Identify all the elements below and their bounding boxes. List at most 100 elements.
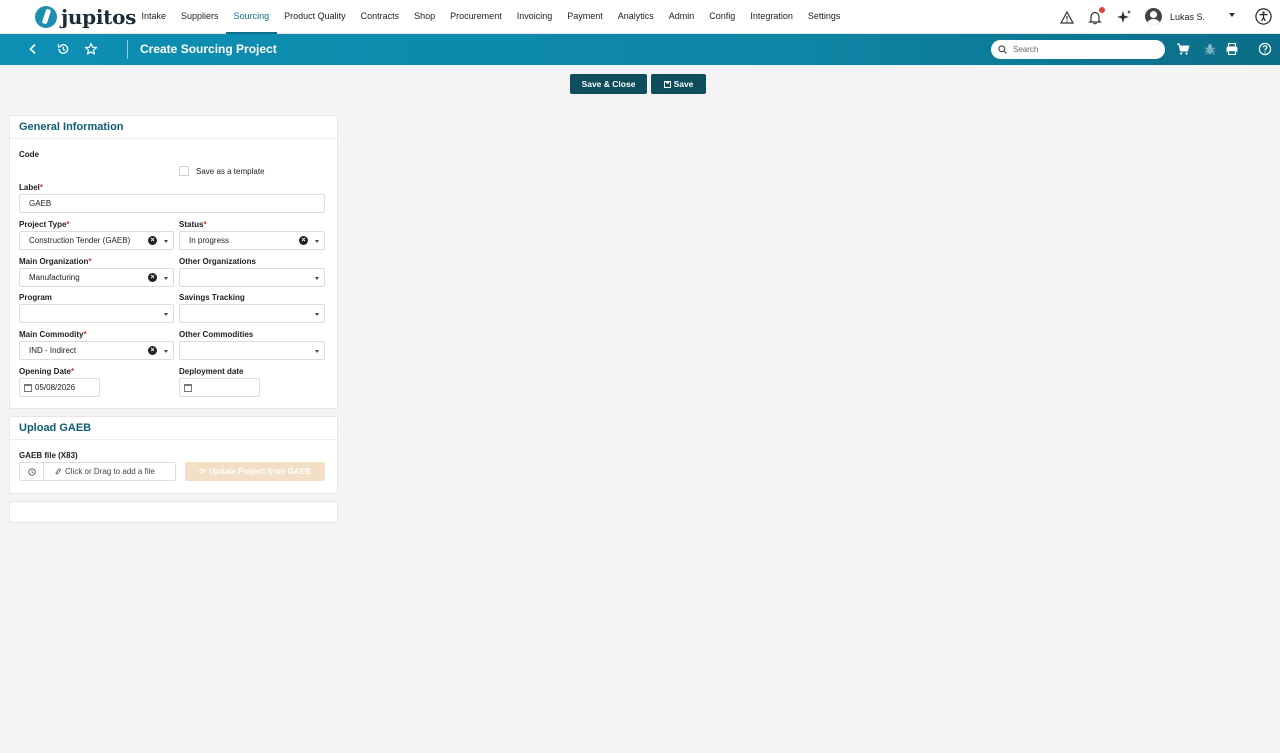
chevron-down-icon[interactable] — [315, 240, 319, 243]
calendar-icon[interactable] — [24, 383, 32, 392]
nav-item-config[interactable]: Config — [702, 0, 743, 34]
clear-icon[interactable]: × — [299, 236, 308, 245]
save-icon — [663, 80, 671, 88]
project-type-label-text: Project Type — [19, 220, 67, 229]
ai-sparkle-icon[interactable] — [1116, 9, 1132, 25]
chevron-down-icon[interactable] — [315, 313, 319, 316]
upload-gaeb-title: Upload GAEB — [10, 417, 337, 440]
general-information-title: General Information — [10, 116, 337, 139]
nav-item-intake[interactable]: Intake — [134, 0, 174, 34]
save-close-button[interactable]: Save & Close — [570, 74, 647, 94]
required-marker: * — [83, 330, 87, 339]
general-information-card: General Information Code Save as a templ… — [9, 115, 338, 409]
upload-history-icon[interactable] — [20, 463, 44, 480]
avatar-icon — [1145, 8, 1162, 25]
gaeb-file-label: GAEB file (X83) — [19, 451, 78, 460]
search-icon — [998, 45, 1007, 54]
chevron-down-icon[interactable] — [164, 350, 168, 353]
main-organization-label-text: Main Organization — [19, 257, 89, 266]
back-arrow-icon[interactable] — [26, 42, 40, 56]
nav-item-product-quality[interactable]: Product Quality — [277, 0, 354, 34]
other-commodities-label: Other Commodities — [179, 330, 254, 339]
logo-mark-icon — [35, 6, 57, 28]
chevron-down-icon[interactable] — [164, 277, 168, 280]
main-commodity-select[interactable]: IND - Indirect × — [19, 341, 174, 360]
chevron-down-icon[interactable] — [315, 277, 319, 280]
opening-date-value: 05/08/2026 — [35, 383, 76, 392]
program-label: Program — [19, 293, 52, 302]
code-label: Code — [19, 150, 39, 159]
program-select[interactable] — [19, 304, 174, 323]
main-menu: Intake Suppliers Sourcing Product Quality Co… — [134, 0, 848, 34]
main-organization-value: Manufacturing — [29, 273, 80, 282]
notification-dot — [1099, 7, 1105, 13]
main-commodity-value: IND - Indirect — [29, 346, 77, 355]
template-label: Save as a template — [196, 167, 265, 176]
nav-item-shop[interactable]: Shop — [407, 0, 443, 34]
nav-item-payment[interactable]: Payment — [560, 0, 611, 34]
page-header-bar: Create Sourcing Project — [0, 34, 1280, 65]
bell-icon[interactable] — [1087, 7, 1105, 25]
clear-icon[interactable]: × — [148, 346, 157, 355]
chevron-down-icon[interactable] — [1229, 13, 1235, 17]
nav-item-procurement[interactable]: Procurement — [443, 0, 510, 34]
top-navigation: jupitos Intake Suppliers Sourcing Product Q… — [0, 0, 1280, 34]
update-from-gaeb-label: Update Project from GAEB — [208, 467, 311, 476]
nav-item-admin[interactable]: Admin — [661, 0, 702, 34]
project-type-value: Construction Tender (GAEB) — [29, 236, 131, 245]
template-checkbox[interactable] — [179, 166, 189, 176]
nav-item-analytics[interactable]: Analytics — [610, 0, 661, 34]
help-icon[interactable] — [1258, 42, 1272, 56]
chevron-down-icon[interactable] — [315, 350, 319, 353]
save-button[interactable]: Save — [651, 74, 706, 94]
label-field-label: Label* — [19, 183, 43, 192]
label-value: GAEB — [29, 199, 52, 208]
dropzone-text: Click or Drag to add a file — [65, 467, 155, 476]
user-menu[interactable]: Lukas S. — [1145, 8, 1205, 25]
star-icon[interactable] — [84, 42, 98, 56]
accessibility-icon[interactable] — [1255, 8, 1272, 25]
save-button-label: Save — [673, 79, 694, 89]
calendar-icon[interactable] — [184, 383, 192, 392]
chevron-down-icon[interactable] — [164, 240, 168, 243]
file-dropzone[interactable]: Click or Drag to add a file — [19, 462, 176, 481]
nav-item-suppliers[interactable]: Suppliers — [174, 0, 227, 34]
opening-date-label-text: Opening Date — [19, 367, 72, 376]
opening-date-input[interactable]: 05/08/2026 — [19, 378, 100, 397]
nav-item-settings[interactable]: Settings — [800, 0, 848, 34]
bug-icon[interactable] — [1203, 42, 1217, 56]
cart-icon[interactable] — [1176, 42, 1190, 56]
required-marker: * — [71, 367, 75, 376]
deployment-date-label: Deployment date — [179, 367, 244, 376]
other-commodities-select[interactable] — [179, 341, 325, 360]
required-marker: * — [203, 220, 207, 229]
history-icon[interactable] — [56, 42, 70, 56]
chevron-down-icon[interactable] — [164, 313, 168, 316]
main-organization-select[interactable]: Manufacturing × — [19, 268, 174, 287]
label-input[interactable]: GAEB — [19, 194, 325, 213]
update-from-gaeb-button[interactable]: ⟳ Update Project from GAEB — [185, 462, 325, 481]
project-type-select[interactable]: Construction Tender (GAEB) × — [19, 231, 174, 250]
status-select[interactable]: In progress × — [179, 231, 325, 250]
nav-item-invoicing[interactable]: Invoicing — [509, 0, 560, 34]
clear-icon[interactable]: × — [148, 273, 157, 282]
savings-tracking-label: Savings Tracking — [179, 293, 245, 302]
page-title: Create Sourcing Project — [140, 42, 277, 56]
nav-item-integration[interactable]: Integration — [743, 0, 801, 34]
other-organizations-select[interactable] — [179, 268, 325, 287]
search-input[interactable] — [1013, 45, 1153, 54]
warning-icon[interactable] — [1059, 9, 1075, 25]
nav-item-sourcing[interactable]: Sourcing — [226, 0, 277, 34]
status-value: In progress — [189, 236, 230, 245]
nav-item-contracts[interactable]: Contracts — [353, 0, 407, 34]
required-marker: * — [88, 257, 92, 266]
savings-tracking-select[interactable] — [179, 304, 325, 323]
search-box[interactable] — [991, 40, 1165, 59]
deployment-date-input[interactable] — [179, 378, 260, 397]
user-name: Lukas S. — [1170, 11, 1206, 22]
print-icon[interactable] — [1225, 42, 1239, 56]
brand-logo[interactable]: jupitos — [35, 5, 136, 29]
clear-icon[interactable]: × — [148, 236, 157, 245]
project-type-label: Project Type* — [19, 220, 70, 229]
upload-gaeb-card: Upload GAEB GAEB file (X83) Click or Dra… — [9, 416, 338, 494]
